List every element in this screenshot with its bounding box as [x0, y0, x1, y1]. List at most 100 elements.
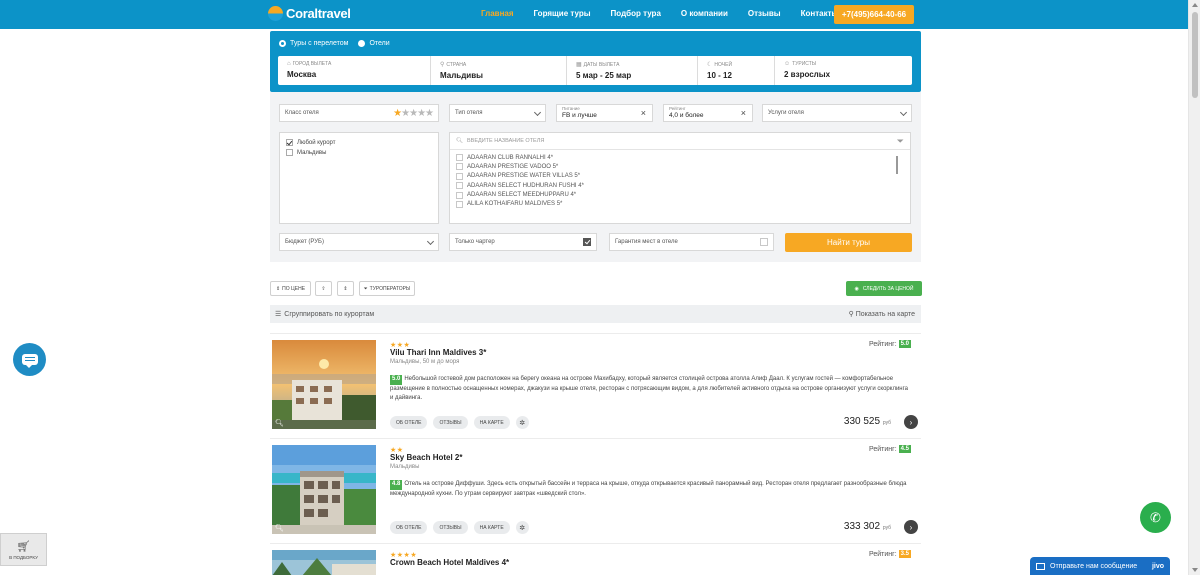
resort-item[interactable]: Мальдивы — [286, 149, 432, 156]
page-scrollbar[interactable] — [1188, 0, 1200, 575]
watch-price-label: следить за ценой — [862, 285, 914, 292]
share-button[interactable]: ⇧ — [315, 281, 332, 296]
scrollbar-thumb[interactable] — [1192, 12, 1198, 98]
filter-icon[interactable]: ⏷ — [897, 136, 904, 147]
user-icon: ☺ — [784, 61, 791, 67]
scroll-up-icon[interactable] — [1192, 3, 1198, 7]
radio-hotels-label[interactable]: Отели — [369, 40, 389, 47]
on-map-button[interactable]: на карте — [473, 416, 510, 429]
chat-icon — [21, 354, 38, 368]
hotel-list-item[interactable]: ADAARAN PRESTIGE WATER VILLAS 5* — [456, 172, 904, 180]
hotel-price: 333 302 руб — [844, 521, 891, 532]
meal-select[interactable]: Питание FB и лучше × — [556, 104, 653, 122]
hotel-search-placeholder: ВВЕДИТЕ НАЗВАНИЕ ОТЕЛЯ — [466, 138, 545, 144]
hotel-checkbox[interactable] — [456, 163, 463, 171]
nav-about[interactable]: О компании — [681, 9, 728, 18]
about-hotel-button[interactable]: об отеле — [390, 416, 428, 429]
hotel-list-item[interactable]: ALILA KOTHAIFARU MALDIVES 5* — [456, 200, 904, 208]
tourists-field[interactable]: ☺ Туристы 2 взрослых — [775, 56, 912, 85]
hotel-search-input[interactable]: 🔍︎ ВВЕДИТЕ НАЗВАНИЕ ОТЕЛЯ ⏷ — [450, 133, 910, 150]
hotel-list: ADAARAN CLUB RANNALHI 4* ADAARAN PRESTIG… — [450, 150, 910, 214]
hotel-list-scrollbar[interactable] — [896, 156, 898, 174]
about-hotel-button[interactable]: об отеле — [390, 521, 428, 534]
hotel-photo[interactable]: 🔍︎ — [272, 340, 376, 429]
clear-meal-icon[interactable]: × — [641, 108, 646, 118]
hotel-list-item[interactable]: ADAARAN SELECT MEEDHUPPARU 4* — [456, 191, 904, 199]
nav-contacts[interactable]: Контакты — [801, 9, 839, 18]
settings-icon[interactable]: ✲ — [515, 416, 529, 429]
coraltravel-logo[interactable]: Coraltravel — [268, 6, 351, 21]
hotel-card: 🔍︎ ★★★ Vilu Thari Inn Maldives 3* Мальди… — [270, 333, 921, 433]
hotel-photo[interactable] — [272, 550, 376, 575]
nav-reviews[interactable]: Отзывы — [748, 9, 781, 18]
chat-widget-button[interactable] — [13, 343, 46, 376]
reviews-button[interactable]: отзывы — [433, 521, 468, 534]
clear-rating-icon[interactable]: × — [741, 108, 746, 118]
arrow-right-icon[interactable]: › — [904, 415, 918, 429]
country-field[interactable]: ⚲ Страна Мальдивы — [431, 56, 567, 85]
tour-operators-button[interactable]: ⏷ туроператоры — [359, 281, 415, 296]
hotel-list-label: ADAARAN SELECT HUDHURAN FUSHI 4* — [467, 182, 584, 189]
selection-cart-button[interactable]: 🛒︎ в подборку — [0, 533, 47, 566]
hotel-name[interactable]: Vilu Thari Inn Maldives 3* — [390, 348, 486, 357]
hotel-services-select[interactable]: Услуги отеля — [762, 104, 912, 122]
nights-field[interactable]: ☾ Ночей 10 - 12 — [698, 56, 775, 85]
hotel-guarantee-toggle[interactable]: Гарантия мест в отеле — [609, 233, 774, 251]
hotel-list-item[interactable]: ADAARAN PRESTIGE VADOO 5* — [456, 163, 904, 171]
find-tours-button[interactable]: Найти туры — [785, 233, 912, 252]
cart-icon: 🛒︎ — [16, 540, 31, 553]
hotel-type-select[interactable]: Тип отеля — [449, 104, 546, 122]
hotel-guarantee-checkbox[interactable] — [760, 238, 768, 246]
radio-hotels[interactable] — [358, 40, 366, 47]
hotel-rating: Рейтинг: 3.5 — [869, 550, 911, 558]
hotel-checkbox[interactable] — [456, 172, 463, 180]
departure-city-field[interactable]: ⌂ Город вылета Москва — [278, 56, 431, 85]
nav-tour-selection[interactable]: Подбор тура — [611, 9, 661, 18]
arrow-right-icon[interactable]: › — [904, 520, 918, 534]
departure-dates-field[interactable]: ▦ Даты вылета 5 мар - 25 мар — [567, 56, 698, 85]
hotel-location: Мальдивы, 50 м до моря — [390, 359, 460, 365]
hotel-checkbox[interactable] — [456, 182, 463, 190]
charter-only-toggle[interactable]: Только чартер — [449, 233, 597, 251]
radio-tours-with-flight-label[interactable]: Туры с перелетом — [290, 40, 348, 47]
sort-order-button[interactable]: ⇕ — [337, 281, 354, 296]
hotel-class-filter[interactable]: Класс отеля ★★★★★ — [279, 104, 439, 122]
departure-city-value: Москва — [287, 70, 317, 79]
radio-tours-with-flight[interactable] — [279, 40, 286, 47]
resort-checkbox[interactable] — [286, 139, 293, 146]
zoom-icon[interactable]: 🔍︎ — [275, 524, 284, 532]
resort-checkbox[interactable] — [286, 149, 293, 156]
hotel-list-item[interactable]: ADAARAN CLUB RANNALHI 4* — [456, 154, 904, 161]
on-map-button[interactable]: на карте — [473, 521, 510, 534]
hotel-checkbox[interactable] — [456, 191, 463, 199]
nav-hot-tours[interactable]: Горящие туры — [534, 9, 591, 18]
settings-icon[interactable]: ✲ — [515, 521, 529, 534]
scroll-down-icon[interactable] — [1192, 568, 1198, 572]
filter-panel: Класс отеля ★★★★★ Тип отеля Питание FB и … — [270, 92, 921, 262]
sort-by-price-button[interactable]: ⇕ по цене — [270, 281, 311, 296]
hotel-list-item[interactable]: ADAARAN SELECT HUDHURAN FUSHI 4* — [456, 182, 904, 190]
show-on-map-link[interactable]: ⚲ Показать на карте — [849, 310, 915, 318]
resort-item[interactable]: Любой курорт — [286, 139, 432, 146]
resort-list: Любой курорт Мальдивы — [279, 132, 439, 224]
rating-value: 3.5 — [898, 550, 911, 558]
hotel-class-stars[interactable]: ★★★★★ — [393, 108, 434, 119]
callback-phone-button[interactable]: ✆ — [1140, 502, 1171, 533]
group-by-resort-toggle[interactable]: Сгруппировать по курортам — [284, 311, 374, 318]
nav-home[interactable]: Главная — [481, 9, 514, 18]
hotel-checkbox[interactable] — [456, 200, 463, 208]
reviews-button[interactable]: отзывы — [433, 416, 468, 429]
charter-only-checkbox[interactable] — [583, 238, 591, 246]
watch-price-button[interactable]: ◉ следить за ценой — [846, 281, 922, 296]
hotel-name[interactable]: Crown Beach Hotel Maldives 4* — [390, 558, 509, 567]
rating-select[interactable]: Рейтинг 4,0 и более × — [663, 104, 753, 122]
send-message-label: Отправьте нам сообщение — [1050, 562, 1138, 570]
hotel-checkbox[interactable] — [456, 154, 463, 161]
hotel-description-text: Отель на острове Диффуши. Здесь есть отк… — [390, 481, 907, 497]
hotel-photo[interactable]: 🔍︎ — [272, 445, 376, 534]
budget-select[interactable]: Бюджет (РУБ) — [279, 233, 439, 251]
zoom-icon[interactable]: 🔍︎ — [275, 419, 284, 427]
phone-button[interactable]: +7(495)664-40-66 — [834, 5, 914, 24]
send-message-bar[interactable]: Отправьте нам сообщение jivo — [1030, 557, 1170, 575]
hotel-name[interactable]: Sky Beach Hotel 2* — [390, 453, 462, 462]
